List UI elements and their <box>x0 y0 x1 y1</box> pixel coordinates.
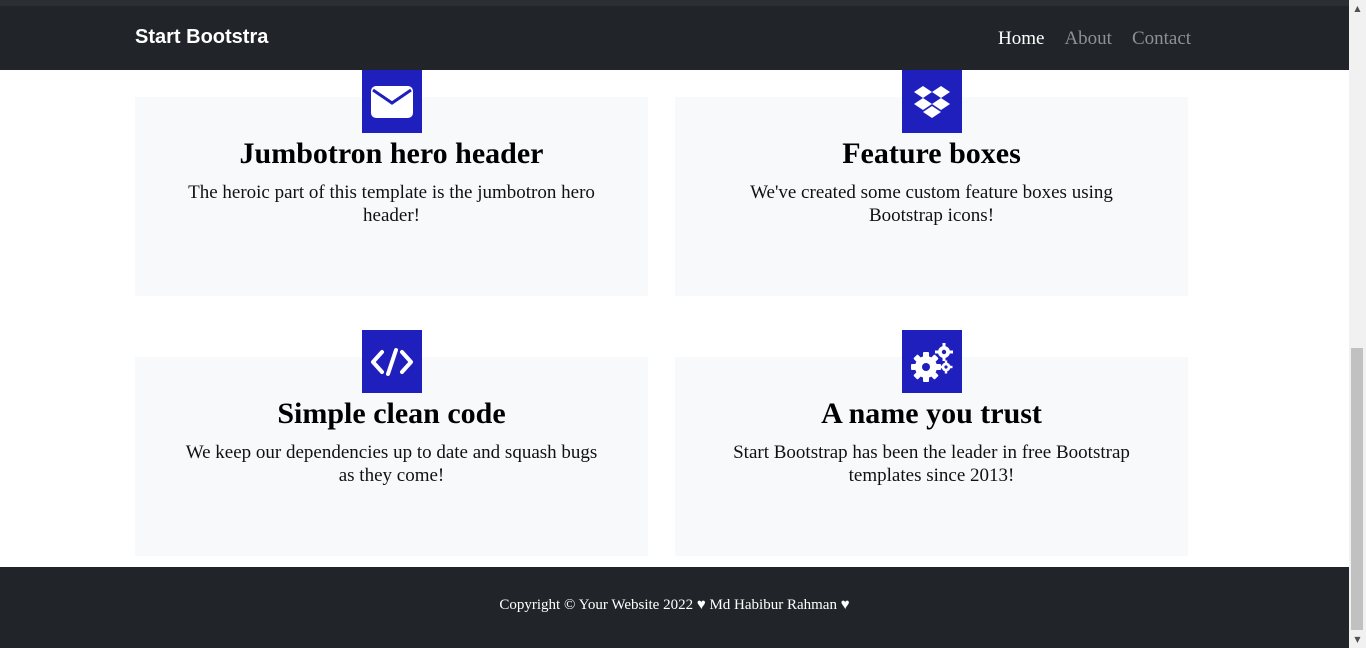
nav-links: Home About Contact <box>998 28 1191 50</box>
brand-logo[interactable]: Start Bootstra <box>135 26 268 49</box>
envelope-icon <box>361 70 422 133</box>
dropbox-icon <box>901 70 962 133</box>
code-icon <box>361 330 422 393</box>
nav-about[interactable]: About <box>1064 28 1112 50</box>
gears-icon <box>901 330 962 393</box>
feature-card-boxes: Feature boxes We've created some custom … <box>675 70 1188 296</box>
feature-card-code: Simple clean code We keep our dependenci… <box>135 330 648 556</box>
vertical-scrollbar[interactable]: ▲ ▼ <box>1349 0 1366 648</box>
feature-title: A name you trust <box>821 397 1042 430</box>
scroll-down-arrow-icon[interactable]: ▼ <box>1349 631 1366 648</box>
feature-card-trust: A name you trust Start Bootstrap has bee… <box>675 330 1188 556</box>
feature-title: Jumbotron hero header <box>239 137 544 170</box>
feature-text: Start Bootstrap has been the leader in f… <box>733 442 1130 486</box>
navbar: Start Bootstra Home About Contact <box>0 6 1349 70</box>
feature-text: The heroic part of this template is the … <box>188 182 595 226</box>
scroll-up-arrow-icon[interactable]: ▲ <box>1349 0 1366 17</box>
nav-home[interactable]: Home <box>998 28 1044 50</box>
nav-contact[interactable]: Contact <box>1132 28 1191 50</box>
feature-title: Simple clean code <box>277 397 506 430</box>
feature-card-jumbotron: Jumbotron hero header The heroic part of… <box>135 70 648 296</box>
scroll-thumb[interactable] <box>1351 348 1363 630</box>
feature-text: We've created some custom feature boxes … <box>750 182 1113 226</box>
footer: Copyright © Your Website 2022 ♥ Md Habib… <box>0 567 1349 648</box>
feature-text: We keep our dependencies up to date and … <box>185 442 598 486</box>
feature-title: Feature boxes <box>842 137 1021 170</box>
footer-copyright: Copyright © Your Website 2022 ♥ Md Habib… <box>499 597 850 613</box>
